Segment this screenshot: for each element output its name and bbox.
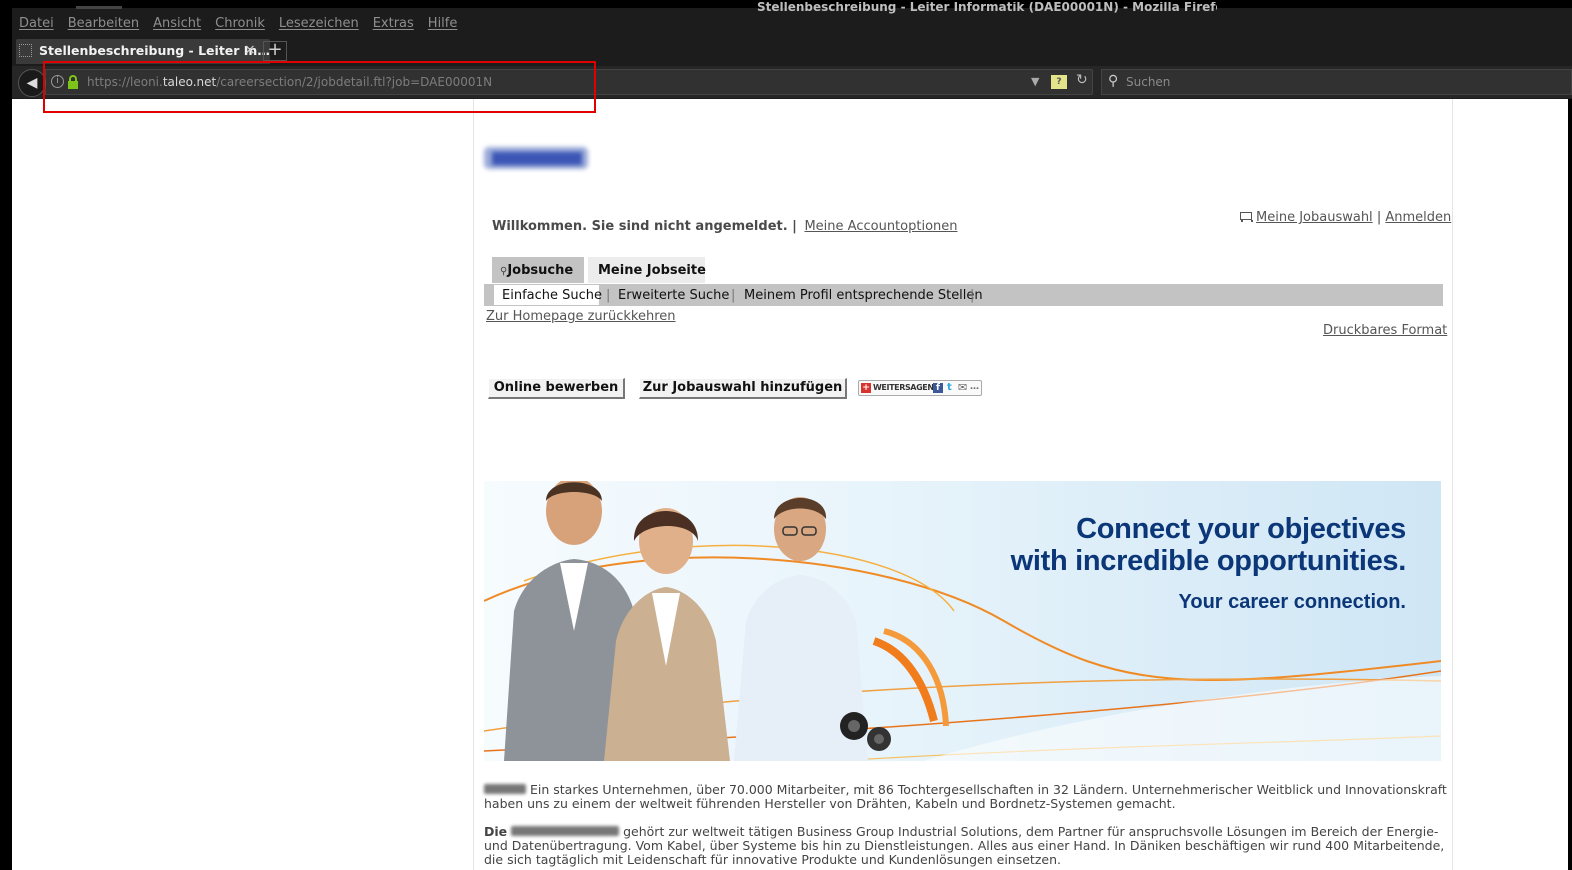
- job-basket-link[interactable]: Meine Jobauswahl: [1256, 210, 1373, 225]
- content-border-right: [1452, 99, 1453, 870]
- redacted-company-name: [511, 826, 620, 836]
- menu-extras[interactable]: Extras: [373, 16, 414, 36]
- annotation-highlight-box: [43, 61, 596, 113]
- search-bar[interactable]: ⚲ Suchen: [1101, 69, 1572, 95]
- share-plus-icon: +: [861, 383, 871, 393]
- print-format-link[interactable]: Druckbares Format: [1323, 323, 1447, 338]
- welcome-text: Willkommen. Sie sind nicht angemeldet. |: [492, 219, 797, 234]
- header-separator: |: [1376, 210, 1382, 225]
- welcome-message: Willkommen. Sie sind nicht angemeldet. |…: [492, 219, 958, 234]
- url-dropdown-icon[interactable]: ▼: [1031, 75, 1039, 88]
- menu-bearbeiten[interactable]: Bearbeiten: [68, 16, 139, 36]
- banner-tagline: Your career connection.: [1178, 591, 1406, 613]
- reload-icon[interactable]: ↻: [1076, 72, 1088, 88]
- mail-icon: ✉: [958, 381, 968, 394]
- menu-ansicht[interactable]: Ansicht: [153, 16, 201, 36]
- subnav-separator: |: [731, 288, 736, 303]
- facebook-icon: f: [933, 383, 943, 393]
- subnav-einfache-suche[interactable]: Einfache Suche: [502, 288, 602, 303]
- menu-bar: Datei Bearbeiten Ansicht Chronik Lesezei…: [12, 16, 464, 36]
- close-tab-icon[interactable]: ×: [244, 42, 256, 58]
- back-button[interactable]: ◀: [18, 69, 46, 97]
- subnav-profil-stellen[interactable]: Meinem Profil entsprechende Stellen: [744, 288, 983, 303]
- new-tab-button[interactable]: +: [263, 41, 287, 61]
- subnav-separator: |: [606, 288, 611, 303]
- company-lead: Die: [484, 824, 508, 839]
- subnav-erweiterte-suche[interactable]: Erweiterte Suche: [618, 288, 729, 303]
- twitter-icon: t: [947, 382, 952, 393]
- search-placeholder: Suchen: [1126, 75, 1171, 89]
- apply-online-button[interactable]: Online bewerben: [488, 378, 625, 399]
- share-button[interactable]: + WEITERSAGEN f t ✉ …: [858, 380, 982, 396]
- menu-chronik[interactable]: Chronik: [215, 16, 265, 36]
- subnav-bar: Einfache Suche | Erweiterte Suche | Mein…: [484, 284, 1443, 306]
- account-options-link[interactable]: Meine Accountoptionen: [804, 219, 957, 234]
- web-page: Willkommen. Sie sind nicht angemeldet. |…: [12, 99, 1568, 870]
- homepage-link[interactable]: Zur Homepage zurückkehren: [486, 309, 676, 324]
- login-link[interactable]: Anmelden: [1385, 210, 1451, 225]
- add-to-basket-button[interactable]: Zur Jobauswahl hinzufügen: [639, 378, 847, 399]
- redacted-company-name: [484, 784, 526, 794]
- menu-datei[interactable]: Datei: [19, 16, 54, 36]
- tab-jobsuche[interactable]: ⚲Jobsuche: [492, 257, 584, 283]
- page-favicon-icon: [19, 44, 32, 57]
- menu-lesezeichen[interactable]: Lesezeichen: [279, 16, 359, 36]
- window-title: Stellenbeschreibung - Leiter Informatik …: [757, 2, 1217, 14]
- career-banner: Connect your objectives with incredible …: [484, 481, 1441, 761]
- cart-icon: [1238, 210, 1253, 222]
- banner-headline: Connect your objectives with incredible …: [1010, 513, 1407, 577]
- company-text: gehört zur weltweit tätigen Business Gro…: [484, 824, 1445, 867]
- intro-text: Ein starkes Unternehmen, über 70.000 Mit…: [484, 782, 1447, 811]
- banner-headline-line1: Connect your objectives: [1076, 513, 1406, 545]
- titlebar-accent: [76, 6, 122, 9]
- banner-headline-line2: with incredible opportunities.: [1010, 545, 1407, 577]
- subnav-separator: |: [970, 288, 975, 303]
- menu-hilfe[interactable]: Hilfe: [428, 16, 458, 36]
- more-icon: …: [970, 382, 979, 392]
- search-icon: ⚲: [1108, 73, 1119, 89]
- intro-paragraph: Ein starkes Unternehmen, über 70.000 Mit…: [484, 783, 1449, 811]
- browser-tab-title: Stellenbeschreibung - Leiter In…: [39, 43, 270, 58]
- tab-meine-jobseite[interactable]: Meine Jobseite: [588, 257, 706, 283]
- share-label: WEITERSAGEN: [873, 383, 934, 392]
- company-logo-mark: [492, 152, 582, 165]
- help-icon[interactable]: ?: [1051, 75, 1067, 89]
- tab-jobsuche-label: Jobsuche: [507, 263, 574, 278]
- content-border-left: [473, 99, 474, 870]
- company-paragraph: Die gehört zur weltweit tätigen Business…: [484, 825, 1449, 867]
- header-links: Meine Jobauswahl | Anmelden: [1238, 210, 1451, 225]
